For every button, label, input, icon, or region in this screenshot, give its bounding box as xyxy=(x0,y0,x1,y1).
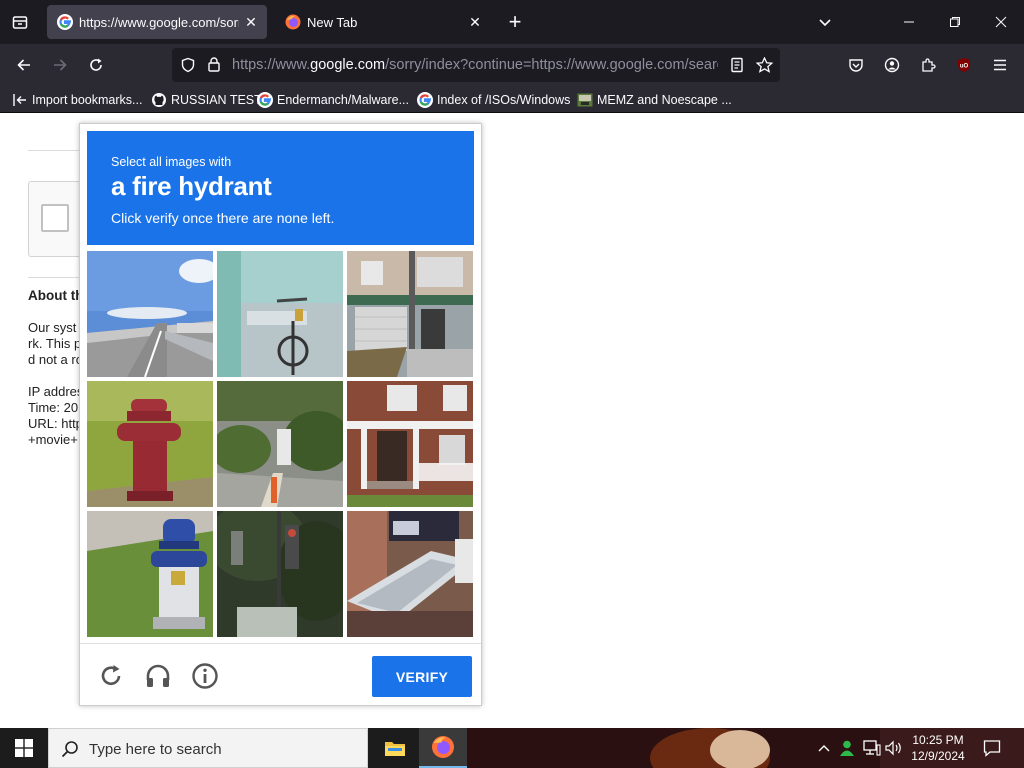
tab-label: https://www.google.com/sorry/index?conti… xyxy=(79,14,239,30)
recaptcha-checkbox[interactable] xyxy=(41,204,69,232)
firefox-icon xyxy=(285,14,301,30)
windows-taskbar: Type here to search 10:25 PM 12/9/2024 xyxy=(0,728,1024,768)
tab-new-tab[interactable]: New Tab ✕ xyxy=(275,5,491,39)
challenge-tile-red-fire-hydrant[interactable] xyxy=(87,381,213,507)
tab-close-icon[interactable]: ✕ xyxy=(463,10,487,34)
url-rest: /sorry/index?continue=https://www.google… xyxy=(385,57,718,73)
url-line: URL: http xyxy=(28,416,83,431)
tab-google-sorry[interactable]: https://www.google.com/sorry/index?conti… xyxy=(47,5,267,39)
extensions-icon[interactable] xyxy=(913,50,943,80)
bookmarks-toolbar: Import bookmarks... RUSSIAN TEST Enderma… xyxy=(0,86,1024,113)
tracking-shield-icon[interactable] xyxy=(180,57,196,73)
challenge-tile-highway-overpass[interactable] xyxy=(87,251,213,377)
url-domain: google.com xyxy=(310,57,386,73)
navigation-bar: https://www.google.com/sorry/index?conti… xyxy=(0,44,1024,86)
windows-logo-icon xyxy=(15,739,33,757)
bookmark-import[interactable]: Import bookmarks... xyxy=(12,90,142,110)
search-icon xyxy=(61,741,78,758)
github-icon xyxy=(152,93,166,107)
network-icon[interactable] xyxy=(862,738,882,758)
notifications-icon[interactable] xyxy=(982,738,1002,758)
import-icon xyxy=(13,94,26,106)
challenge-target: a fire hydrant xyxy=(111,171,272,201)
ublock-origin-icon[interactable]: uO xyxy=(949,50,979,80)
address-bar[interactable]: https://www.google.com/sorry/index?conti… xyxy=(172,48,780,82)
browser-titlebar: https://www.google.com/sorry/index?conti… xyxy=(0,0,1024,44)
google-icon xyxy=(257,92,273,108)
challenge-tile-house-garage[interactable] xyxy=(347,251,473,377)
tab-close-icon[interactable]: ✕ xyxy=(239,10,263,34)
challenge-tile-brick-house-porch[interactable] xyxy=(347,381,473,507)
url-prefix: https://www. xyxy=(232,57,311,73)
taskbar-search-box[interactable]: Type here to search xyxy=(48,728,368,768)
bookmark-label: Import bookmarks... xyxy=(32,93,143,107)
challenge-tile-sidewalk-bushes[interactable] xyxy=(217,381,343,507)
body-text-line: Our syst xyxy=(28,320,77,335)
lock-icon[interactable] xyxy=(206,56,222,73)
tab-list-icon[interactable] xyxy=(6,8,34,36)
forward-icon[interactable] xyxy=(45,50,75,80)
bookmark-label: Index of /ISOs/Windows xyxy=(437,93,571,107)
recaptcha-challenge-popup: Select all images with a fire hydrant Cl… xyxy=(79,123,482,706)
challenge-tile-traffic-light-trees[interactable] xyxy=(217,511,343,637)
restore-icon[interactable] xyxy=(932,0,978,44)
bookmark-index-isos[interactable]: Index of /ISOs/Windows xyxy=(417,90,570,110)
bookmark-russian-test[interactable]: RUSSIAN TEST xyxy=(151,90,262,110)
close-window-icon[interactable] xyxy=(978,0,1024,44)
start-button[interactable] xyxy=(0,728,48,768)
reload-icon[interactable] xyxy=(97,662,125,690)
svg-text:uO: uO xyxy=(960,64,969,70)
clock-date: 12/9/2024 xyxy=(911,749,965,763)
pocket-icon[interactable] xyxy=(841,50,871,80)
file-explorer-app-icon[interactable] xyxy=(371,728,419,768)
body-text-line: d not a ro xyxy=(28,352,83,367)
challenge-tile-blue-fire-hydrant[interactable] xyxy=(87,511,213,637)
tray-overflow-chevron-icon[interactable] xyxy=(814,738,834,758)
bookmark-label: RUSSIAN TEST xyxy=(171,93,262,107)
new-tab-icon[interactable]: + xyxy=(501,8,529,36)
challenge-image-grid xyxy=(87,251,474,638)
url-text[interactable]: https://www.google.com/sorry/index?conti… xyxy=(232,57,718,73)
challenge-instruction: Select all images with xyxy=(111,155,232,169)
back-icon[interactable] xyxy=(9,50,39,80)
challenge-tile-bicycle-against-wall[interactable] xyxy=(217,251,343,377)
challenge-header: Select all images with a fire hydrant Cl… xyxy=(87,131,474,245)
app-menu-icon[interactable] xyxy=(985,50,1015,80)
challenge-footer: VERIFY xyxy=(80,643,481,705)
tray-user-icon[interactable] xyxy=(837,738,857,758)
reader-view-icon[interactable] xyxy=(729,57,745,73)
reload-icon[interactable] xyxy=(81,50,111,80)
search-placeholder: Type here to search xyxy=(89,741,222,758)
info-icon[interactable] xyxy=(191,662,219,690)
firefox-app-icon[interactable] xyxy=(419,728,467,768)
minimize-icon[interactable] xyxy=(886,0,932,44)
bookmark-label: MEMZ and Noescape ... xyxy=(597,93,732,107)
clock-time: 10:25 PM xyxy=(912,733,964,747)
account-icon[interactable] xyxy=(877,50,907,80)
google-icon xyxy=(417,92,433,108)
query-line: +movie+ xyxy=(28,432,78,447)
bookmark-endermanch[interactable]: Endermanch/Malware... xyxy=(257,90,409,110)
google-favicon-icon xyxy=(57,14,73,30)
tab-label: New Tab xyxy=(307,14,358,30)
about-heading: About th xyxy=(28,288,84,303)
ip-address-line: IP addres xyxy=(28,384,84,399)
bookmark-star-icon[interactable] xyxy=(756,57,773,73)
verify-button[interactable]: VERIFY xyxy=(372,656,472,697)
challenge-tile-building-awning[interactable] xyxy=(347,511,473,637)
time-line: Time: 20 xyxy=(28,400,79,415)
body-text-line: rk. This p xyxy=(28,336,82,351)
challenge-subtext: Click verify once there are none left. xyxy=(111,210,335,226)
bookmark-memz[interactable]: MEMZ and Noescape ... xyxy=(577,90,732,110)
bookmark-label: Endermanch/Malware... xyxy=(277,93,410,107)
image-icon xyxy=(577,93,593,107)
headphones-icon[interactable] xyxy=(144,662,172,690)
taskbar-clock[interactable]: 10:25 PM 12/9/2024 xyxy=(906,732,970,764)
volume-icon[interactable] xyxy=(884,738,904,758)
tab-overflow-chevron-icon[interactable] xyxy=(811,8,839,36)
